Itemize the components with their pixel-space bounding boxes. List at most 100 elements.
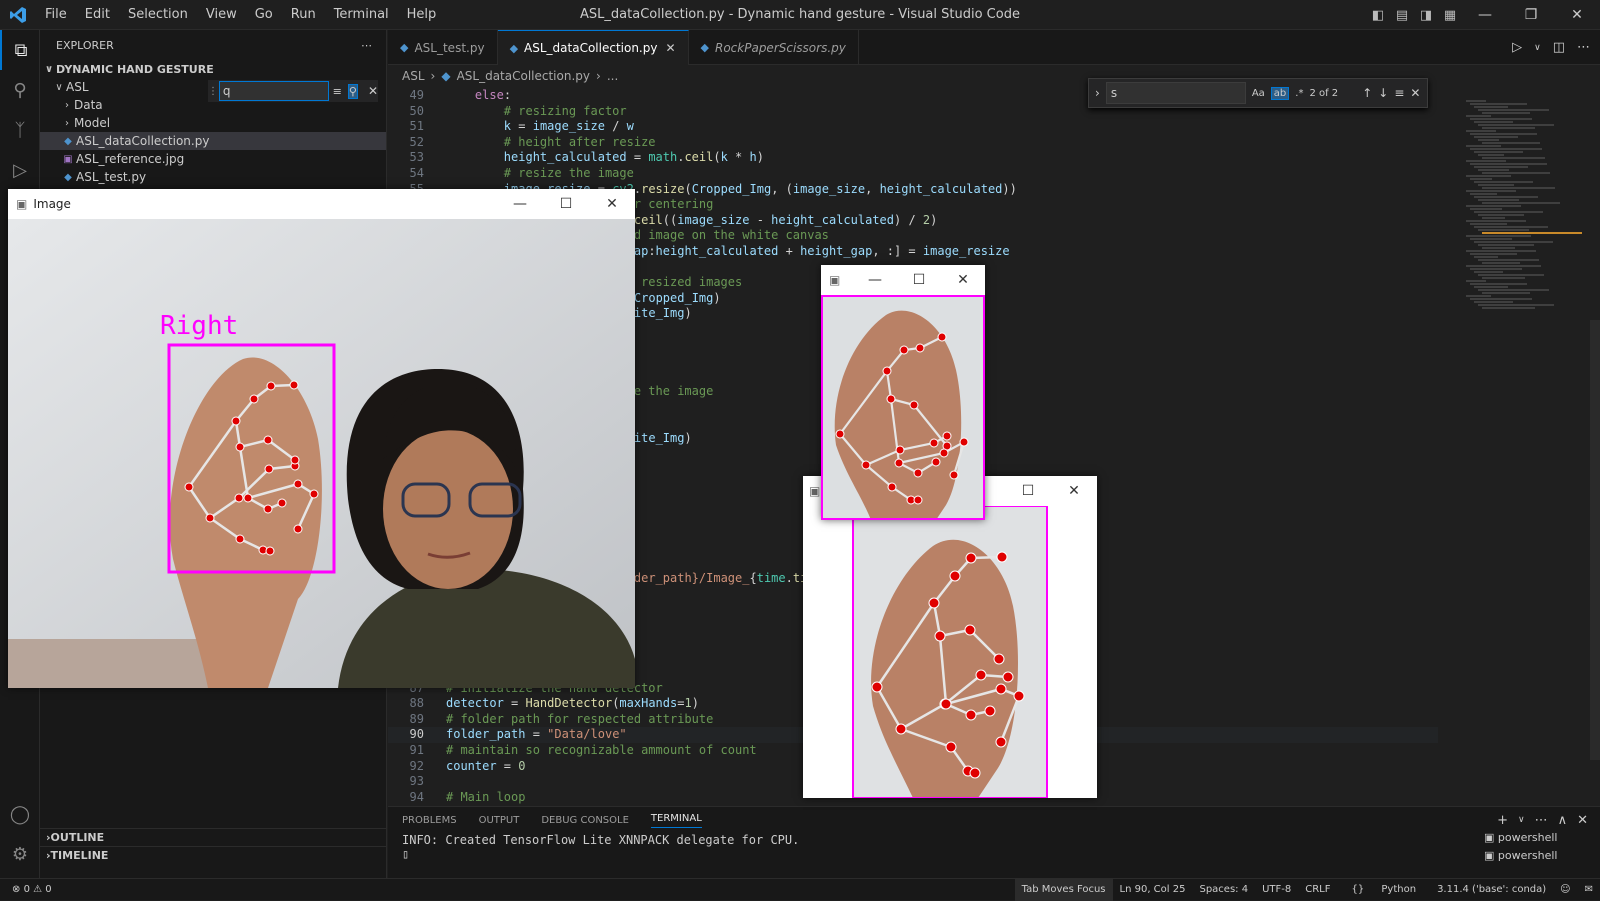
minimize-icon[interactable]: — [1462, 7, 1508, 23]
end-of-line[interactable]: CRLF [1298, 879, 1337, 901]
terminal-cursor[interactable]: ▯ [388, 847, 1600, 861]
feedback-icon[interactable]: ☺ [1553, 879, 1577, 901]
folder-model[interactable]: › Model [40, 114, 386, 132]
new-terminal-icon[interactable]: + [1497, 813, 1508, 828]
search-icon[interactable]: ⚲ [0, 70, 40, 110]
restore-icon[interactable]: ❐ [1508, 7, 1554, 23]
close-tab-icon[interactable]: ✕ [665, 41, 675, 55]
run-python-file-icon[interactable]: ▷ [1512, 40, 1522, 55]
language-mode[interactable]: {} Python [1337, 879, 1430, 901]
maximize-panel-icon[interactable]: ∧ [1558, 813, 1568, 828]
breadcrumb-more[interactable]: ... [607, 69, 618, 83]
more-actions-icon[interactable]: ⋯ [361, 39, 372, 52]
close-panel-icon[interactable]: ✕ [1577, 813, 1588, 828]
menu-edit[interactable]: Edit [76, 0, 119, 30]
next-match-icon[interactable]: ↓ [1378, 86, 1388, 100]
tab-asl-test[interactable]: ◆ ASL_test.py [388, 30, 498, 65]
toggle-replace-icon[interactable]: › [1095, 86, 1100, 100]
close-icon[interactable]: ✕ [589, 189, 635, 219]
gear-icon[interactable]: ⚙ [0, 834, 40, 874]
cursor-position[interactable]: Ln 90, Col 25 [1113, 879, 1193, 901]
toggle-panel-icon[interactable]: ▤ [1390, 8, 1414, 23]
split-editor-icon[interactable]: ◫ [1553, 40, 1565, 55]
maximize-icon[interactable]: ☐ [1005, 476, 1051, 506]
breadcrumb-file[interactable]: ASL_dataCollection.py [457, 69, 590, 83]
fuzzy-match-icon[interactable]: ⚲ [347, 83, 358, 99]
menu-selection[interactable]: Selection [119, 0, 197, 30]
minimap-line [1470, 133, 1537, 135]
code-line[interactable]: 51 k = image_size / w [388, 119, 1438, 135]
terminal-icon: ▣ [1484, 849, 1498, 862]
workspace-root[interactable]: ∨ DYNAMIC HAND GESTURE [40, 60, 386, 78]
code-line[interactable]: 52 # height after resize [388, 135, 1438, 151]
customize-layout-icon[interactable]: ▦ [1438, 8, 1462, 23]
menu-help[interactable]: Help [398, 0, 446, 30]
tab-terminal[interactable]: TERMINAL [650, 813, 702, 828]
tab-debug-console[interactable]: DEBUG CONSOLE [541, 815, 629, 826]
terminal-output[interactable]: INFO: Created TensorFlow Lite XNNPACK de… [388, 833, 1600, 847]
notifications-icon[interactable]: ✉ [1578, 879, 1600, 901]
chevron-down-icon[interactable]: ∨ [1534, 43, 1541, 53]
run-debug-icon[interactable]: ▷ [0, 150, 40, 190]
image-window-titlebar[interactable]: ▣ Image — ☐ ✕ [8, 189, 635, 219]
minimap[interactable] [1458, 88, 1588, 808]
tab-asl-datacollection[interactable]: ◆ ASL_dataCollection.py ✕ [497, 30, 689, 65]
previous-match-icon[interactable]: ↑ [1362, 86, 1372, 100]
toggle-secondary-sidebar-icon[interactable]: ◨ [1414, 8, 1438, 23]
toggle-sidebar-icon[interactable]: ◧ [1366, 8, 1390, 23]
chevron-down-icon: ∨ [44, 63, 54, 75]
tab-output[interactable]: OUTPUT [479, 815, 520, 826]
tab-problems[interactable]: PROBLEMS [402, 815, 457, 826]
close-icon[interactable]: ✕ [1554, 7, 1600, 23]
close-filter-icon[interactable]: ✕ [368, 84, 378, 98]
minimap-line [1478, 184, 1514, 186]
find-in-selection-icon[interactable]: ≡ [1394, 86, 1404, 100]
minimap-line [1482, 172, 1550, 174]
chevron-down-icon[interactable]: ∨ [1518, 815, 1525, 825]
breadcrumb-folder[interactable]: ASL [402, 69, 425, 83]
file-asl-reference[interactable]: ▣ ASL_reference.jpg [40, 150, 386, 168]
match-case-toggle[interactable]: Aa [1252, 88, 1265, 99]
encoding[interactable]: UTF-8 [1255, 879, 1298, 901]
minimize-icon[interactable]: — [497, 189, 543, 219]
menu-file[interactable]: File [36, 0, 76, 30]
python-interpreter[interactable]: 3.11.4 ('base': conda) [1430, 879, 1553, 901]
close-icon[interactable]: ✕ [941, 265, 985, 295]
file-asl-test[interactable]: ◆ ASL_test.py [40, 168, 386, 186]
menu-view[interactable]: View [197, 0, 246, 30]
code-line[interactable]: 54 # resize the image [388, 166, 1438, 182]
tab-moves-focus[interactable]: Tab Moves Focus [1014, 879, 1113, 901]
account-icon[interactable]: ◯ [0, 794, 40, 834]
maximize-icon[interactable]: ☐ [543, 189, 589, 219]
tree-filter-input[interactable]: q [218, 81, 329, 101]
menu-terminal[interactable]: Terminal [325, 0, 398, 30]
outline-section[interactable]: › OUTLINE [40, 828, 387, 846]
menu-go[interactable]: Go [246, 0, 282, 30]
more-actions-icon[interactable]: ⋯ [1577, 40, 1590, 55]
tab-rockpaperscissors[interactable]: ◆ RockPaperScissors.py [689, 30, 859, 65]
match-whole-word-toggle[interactable]: ab [1270, 86, 1290, 100]
maximize-icon[interactable]: ☐ [897, 265, 941, 295]
source-control-icon[interactable]: ᛉ [0, 110, 40, 150]
minimize-icon[interactable]: — [853, 265, 897, 295]
use-regex-toggle[interactable]: .* [1295, 88, 1303, 99]
filter-icon[interactable]: ≡ [333, 85, 342, 98]
tree-filter-widget: ⋮ q ≡ ⚲ ✕ [208, 80, 378, 102]
problems-status[interactable]: ⊗ 0 ⚠ 0 [0, 884, 52, 895]
menu-run[interactable]: Run [282, 0, 325, 30]
file-asl-datacollection[interactable]: ◆ ASL_dataCollection.py [40, 132, 386, 150]
terminal-item[interactable]: ▣ powershell [1472, 847, 1600, 865]
code-line[interactable]: 53 height_calculated = math.ceil(k * h) [388, 150, 1438, 166]
indentation[interactable]: Spaces: 4 [1192, 879, 1255, 901]
explorer-icon[interactable]: ⧉ [0, 30, 40, 70]
more-actions-icon[interactable]: ⋯ [1535, 813, 1548, 828]
close-find-icon[interactable]: ✕ [1410, 86, 1420, 100]
find-input[interactable]: s [1105, 82, 1246, 104]
line-number: 88 [409, 696, 424, 711]
timeline-section[interactable]: › TIMELINE [40, 846, 387, 864]
terminal-item[interactable]: ▣ powershell [1472, 829, 1600, 847]
vertical-scrollbar[interactable] [1590, 320, 1600, 760]
close-icon[interactable]: ✕ [1051, 476, 1097, 506]
cropped-window-titlebar[interactable]: ▣ — ☐ ✕ [821, 265, 985, 295]
drag-handle-icon[interactable]: ⋮ [208, 86, 219, 97]
